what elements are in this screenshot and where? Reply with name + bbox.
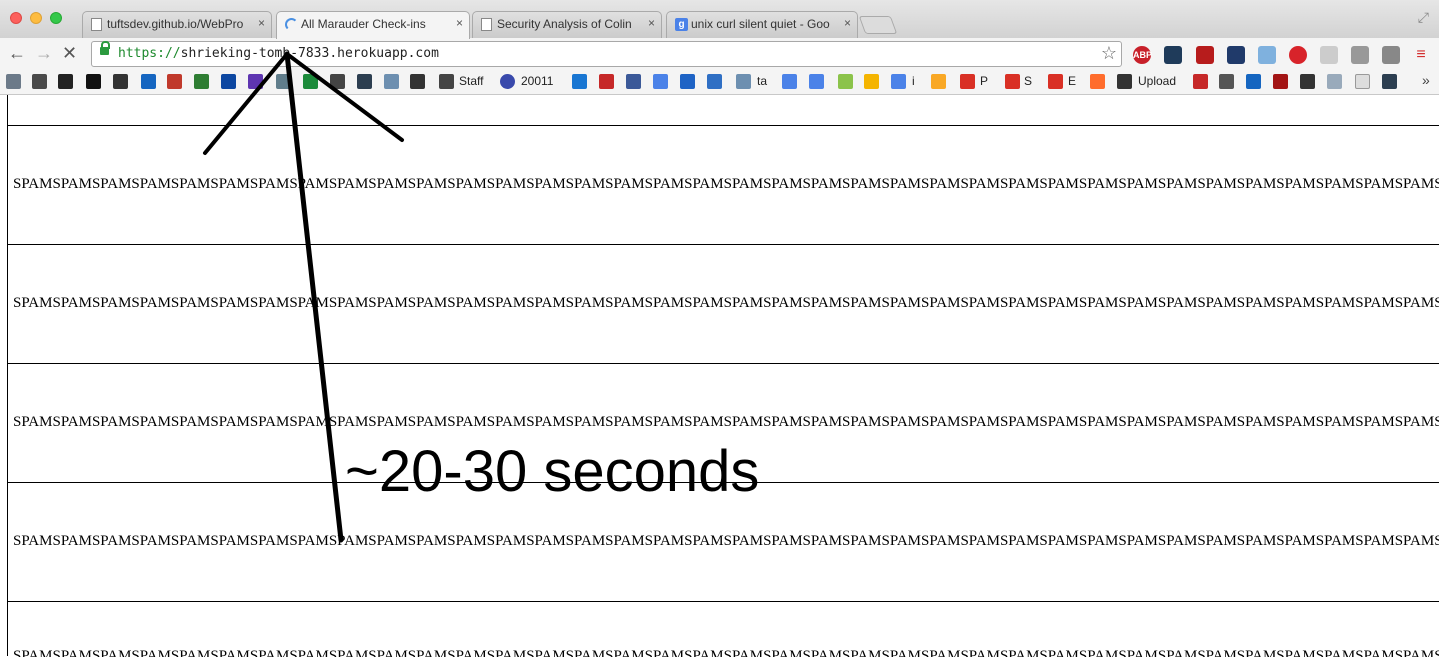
tab-title: All Marauder Check-ins (301, 17, 426, 31)
arrow-shaft (284, 51, 344, 543)
annotation-arrow (203, 51, 404, 543)
arrow-head-left (203, 52, 289, 155)
loading-spinner-icon (285, 18, 298, 31)
close-tab-icon[interactable]: × (456, 16, 463, 30)
annotation-label: ~20-30 seconds (345, 439, 760, 504)
tab-2[interactable]: All Marauder Check-ins × (276, 11, 470, 39)
arrow-head-right (285, 52, 404, 142)
